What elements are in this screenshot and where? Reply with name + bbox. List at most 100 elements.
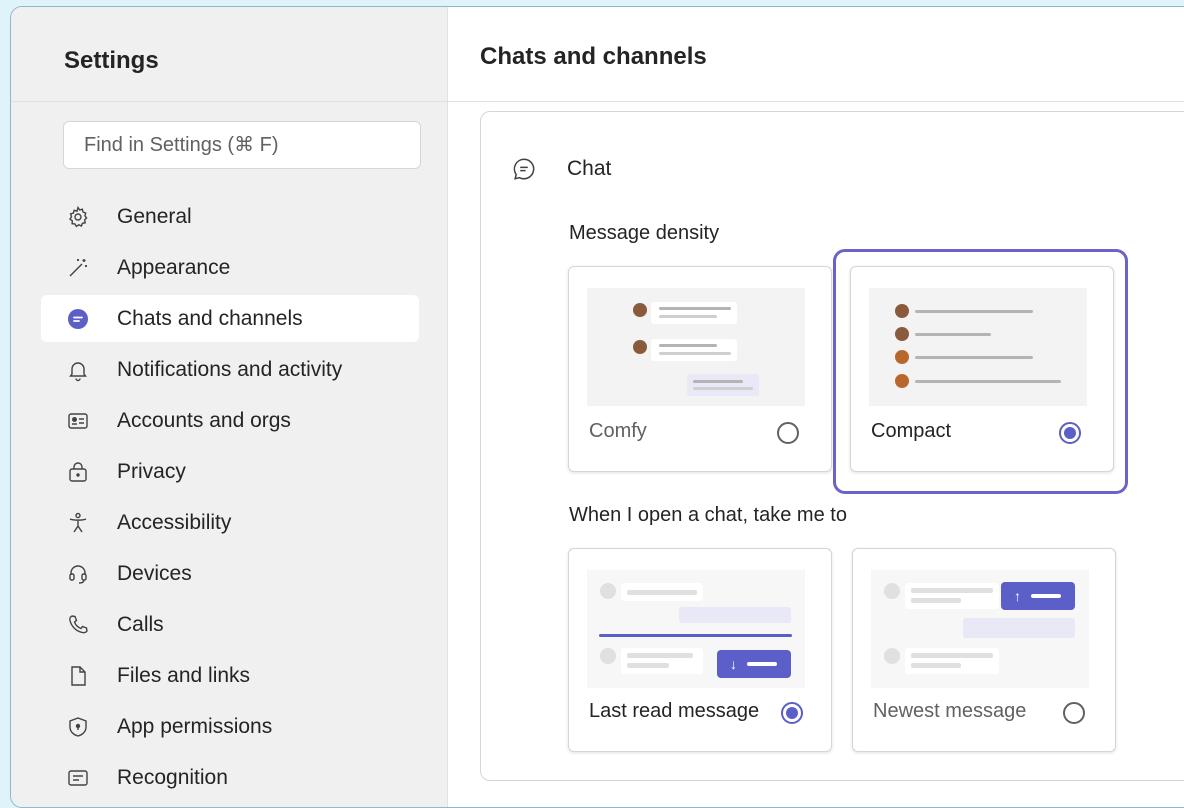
preview-line — [915, 356, 1033, 359]
preview-line — [915, 380, 1061, 383]
pill-bar — [1031, 594, 1061, 598]
preview-bubble — [621, 648, 703, 674]
avatar — [895, 374, 909, 388]
chat-bubble-icon — [65, 306, 91, 332]
sidebar-item-label: Recognition — [117, 765, 228, 789]
settings-window: Settings Find in Settings (⌘ F) General … — [10, 6, 1184, 808]
comfy-radio[interactable] — [777, 422, 799, 444]
pill-bar — [747, 662, 777, 666]
sidebar-item-files[interactable]: Files and links — [41, 652, 419, 699]
id-card-icon — [65, 408, 91, 434]
option-label: Newest message — [873, 700, 1027, 722]
jump-up-pill: ↑ — [1001, 582, 1075, 610]
open-chat-option-newest[interactable]: ↑ Newest message — [852, 548, 1116, 752]
preview-line — [627, 663, 669, 668]
sidebar-title: Settings — [64, 47, 159, 74]
last-read-preview-image: ↓ — [587, 570, 805, 688]
sidebar-item-accessibility[interactable]: Accessibility — [41, 499, 419, 546]
preview-line — [627, 590, 697, 595]
preview-bubble — [905, 648, 999, 674]
chat-outline-icon — [511, 156, 537, 182]
density-label: Message density — [569, 222, 720, 244]
preview-bubble — [651, 302, 737, 324]
sidebar-item-label: Accessibility — [117, 510, 232, 534]
recognition-icon — [65, 765, 91, 791]
sidebar-item-notifications[interactable]: Notifications and activity — [41, 346, 419, 393]
preview-line — [693, 387, 753, 390]
settings-main: Chats and channels Chat Message density — [448, 7, 1184, 807]
sidebar-item-label: Chats and channels — [117, 306, 303, 330]
magic-wand-icon — [65, 255, 91, 281]
newest-radio[interactable] — [1063, 702, 1085, 724]
settings-sidebar: Settings Find in Settings (⌘ F) General … — [11, 7, 448, 807]
sidebar-header: Settings — [11, 7, 447, 102]
preview-line — [911, 653, 993, 658]
phone-icon — [65, 612, 91, 638]
preview-line — [659, 307, 731, 310]
density-option-comfy[interactable]: Comfy — [568, 266, 832, 472]
sidebar-item-devices[interactable]: Devices — [41, 550, 419, 597]
preview-bubble — [679, 607, 791, 623]
preview-line — [911, 588, 993, 593]
sidebar-item-label: Files and links — [117, 663, 251, 687]
preview-avatar — [884, 648, 900, 664]
avatar — [895, 350, 909, 364]
sidebar-item-label: Appearance — [117, 255, 231, 279]
sidebar-item-label: App permissions — [117, 714, 273, 738]
preview-avatar — [600, 583, 616, 599]
preview-line — [693, 380, 743, 383]
section-title: Chat — [567, 157, 612, 180]
preview-line — [915, 333, 991, 336]
sidebar-item-privacy[interactable]: Privacy — [41, 448, 419, 495]
sidebar-item-label: Privacy — [117, 459, 186, 483]
gear-icon — [65, 204, 91, 230]
sidebar-item-calls[interactable]: Calls — [41, 601, 419, 648]
jump-down-pill: ↓ — [717, 650, 791, 678]
preview-line — [915, 310, 1033, 313]
option-label: Compact — [871, 420, 952, 442]
main-header: Chats and channels — [448, 7, 1184, 102]
sidebar-item-label: Notifications and activity — [117, 357, 343, 381]
sidebar-item-accounts[interactable]: Accounts and orgs — [41, 397, 419, 444]
arrow-up-icon: ↑ — [1014, 588, 1021, 604]
preview-line — [911, 663, 961, 668]
preview-line — [659, 344, 717, 347]
preview-bubble — [651, 339, 737, 361]
sidebar-item-appearance[interactable]: Appearance — [41, 244, 419, 291]
option-label: Comfy — [589, 420, 647, 442]
preview-bubble — [963, 618, 1075, 638]
arrow-down-icon: ↓ — [730, 656, 737, 672]
settings-nav: General Appearance Chats and channels No… — [41, 193, 419, 805]
option-label: Last read message — [589, 700, 760, 722]
bell-icon — [65, 357, 91, 383]
sidebar-item-app-permissions[interactable]: App permissions — [41, 703, 419, 750]
section-header: Chat — [511, 156, 611, 182]
accessibility-icon — [65, 510, 91, 536]
compact-radio[interactable] — [1059, 422, 1081, 444]
density-option-compact[interactable]: Compact — [850, 266, 1114, 472]
avatar — [633, 340, 647, 354]
sidebar-item-label: Devices — [117, 561, 192, 585]
search-input[interactable]: Find in Settings (⌘ F) — [63, 121, 421, 169]
preview-avatar — [884, 583, 900, 599]
sidebar-item-label: Calls — [117, 612, 164, 636]
sidebar-item-label: General — [117, 204, 192, 228]
shield-icon — [65, 714, 91, 740]
avatar — [895, 327, 909, 341]
preview-bubble — [905, 583, 999, 609]
sidebar-item-chats-and-channels[interactable]: Chats and channels — [41, 295, 419, 342]
preview-line — [627, 653, 693, 658]
sidebar-item-general[interactable]: General — [41, 193, 419, 240]
newest-preview-image: ↑ — [871, 570, 1089, 688]
avatar — [895, 304, 909, 318]
document-icon — [65, 663, 91, 689]
open-chat-option-last-read[interactable]: ↓ Last read message — [568, 548, 832, 752]
chat-settings-panel: Chat Message density Comfy Compact When … — [480, 111, 1184, 781]
sidebar-item-recognition[interactable]: Recognition — [41, 754, 419, 801]
preview-avatar — [600, 648, 616, 664]
preview-line — [911, 598, 961, 603]
last-read-radio[interactable] — [781, 702, 803, 724]
open-chat-label: When I open a chat, take me to — [569, 504, 847, 526]
preview-line — [659, 315, 717, 318]
lock-icon — [65, 459, 91, 485]
